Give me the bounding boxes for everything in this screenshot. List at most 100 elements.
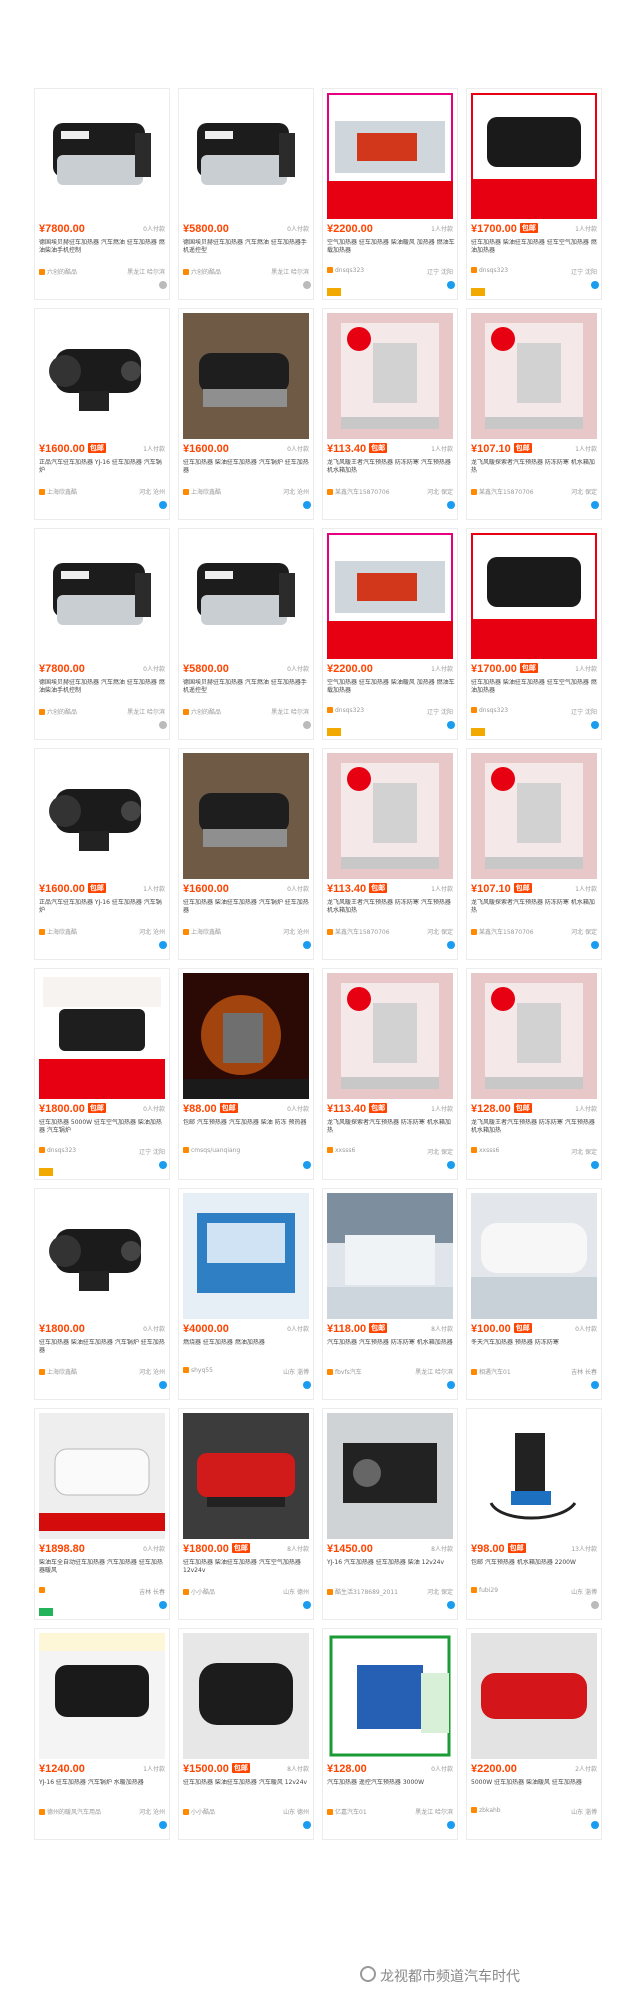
product-card[interactable]: ¥107.10 包邮 1人付款 龙飞风暖探索者汽车预热器 防冻防寒 机水箱加热 某鑫汽车… bbox=[466, 748, 602, 960]
product-image[interactable] bbox=[183, 93, 309, 219]
shop-name[interactable]: fbvfs汽车 bbox=[327, 1367, 407, 1376]
product-card[interactable]: ¥4000.00 0人付款 燃烧器 驻车加热器 燃油加热器 shyq55 山东 淄博 bbox=[178, 1188, 314, 1400]
product-image[interactable] bbox=[327, 1633, 453, 1759]
shop-name[interactable]: xxsss6 bbox=[327, 1147, 407, 1154]
product-card[interactable]: ¥100.00 包邮 0人付款 冬天汽车加热器 预热器 防冻防寒 相遇汽车01 吉林 长春 bbox=[466, 1188, 602, 1400]
product-title[interactable]: 德国埃贝赫驻车加热器 汽车燃油 驻车加热器手机遥控型 bbox=[183, 239, 311, 263]
chat-icon[interactable] bbox=[447, 941, 455, 949]
product-image[interactable] bbox=[183, 1633, 309, 1759]
product-card[interactable]: ¥1600.00 0人付款 驻车加热器 柴油驻车加热器 汽车锅炉 驻车加热器 上海欣鑫… bbox=[178, 748, 314, 960]
product-title[interactable]: 5000W 驻车加热器 柴油暖风 驻车加热器 bbox=[471, 1779, 599, 1803]
chat-icon[interactable] bbox=[159, 501, 167, 509]
product-card[interactable]: ¥1898.80 0人付款 柴油车全自动驻车加热器 汽车加热器 驻车加热器暖风 吉林 … bbox=[34, 1408, 170, 1620]
product-title[interactable]: 正品汽车驻车加热器 YJ-16 驻车加热器 汽车锅炉 bbox=[39, 899, 167, 923]
product-title[interactable]: 驻车加热器 5000W 驻车空气加热器 柴油加热器 汽车锅炉 bbox=[39, 1119, 167, 1143]
product-title[interactable]: 龙飞风暖王者汽车预热器 防冻防寒 汽车预热器 机水箱加热 bbox=[327, 899, 455, 923]
chat-icon[interactable] bbox=[159, 1381, 167, 1389]
product-image[interactable] bbox=[471, 1633, 597, 1759]
chat-icon[interactable] bbox=[591, 1161, 599, 1169]
product-card[interactable]: ¥2200.00 1人付款 空气加热器 驻车加热器 柴油暖风 加热器 燃油车载加热器… bbox=[322, 528, 458, 740]
shop-name[interactable]: 某鑫汽车15870706 bbox=[327, 487, 407, 496]
product-card[interactable]: ¥1800.00 包邮 0人付款 驻车加热器 5000W 驻车空气加热器 柴油加热器 … bbox=[34, 968, 170, 1180]
product-title[interactable]: 包邮 汽车预热器 汽车加热器 柴油 防冻 预热器 bbox=[183, 1119, 311, 1143]
chat-icon[interactable] bbox=[447, 721, 455, 729]
product-title[interactable]: 包邮 汽车预热器 机水箱加热器 2200W bbox=[471, 1559, 599, 1583]
product-image[interactable] bbox=[39, 93, 165, 219]
product-image[interactable] bbox=[471, 533, 597, 659]
chat-icon[interactable] bbox=[159, 1821, 167, 1829]
chat-icon[interactable] bbox=[303, 501, 311, 509]
chat-icon[interactable] bbox=[591, 1821, 599, 1829]
product-card[interactable]: ¥88.00 包邮 0人付款 包邮 汽车预热器 汽车加热器 柴油 防冻 预热器 cmsq… bbox=[178, 968, 314, 1180]
shop-name[interactable]: 上海欣鑫酷 bbox=[39, 1367, 119, 1376]
product-card[interactable]: ¥1600.00 0人付款 驻车加热器 柴油驻车加热器 汽车锅炉 驻车加热器 上海欣鑫… bbox=[178, 308, 314, 520]
chat-icon[interactable] bbox=[303, 1381, 311, 1389]
chat-icon[interactable] bbox=[591, 281, 599, 289]
product-title[interactable]: YJ-16 驻车加热器 汽车锅炉 水暖加热器 bbox=[39, 1779, 167, 1803]
chat-icon[interactable] bbox=[447, 1161, 455, 1169]
shop-name[interactable]: 六创的酷品 bbox=[183, 707, 263, 716]
product-card[interactable]: ¥2200.00 2人付款 5000W 驻车加热器 柴油暖风 驻车加热器 zbkahb… bbox=[466, 1628, 602, 1840]
product-card[interactable]: ¥107.10 包邮 1人付款 龙飞风暖探索者汽车预热器 防冻防寒 机水箱加热 某鑫汽车… bbox=[466, 308, 602, 520]
product-title[interactable]: YJ-16 汽车加热器 驻车加热器 柴油 12v24v bbox=[327, 1559, 455, 1583]
shop-name[interactable]: 某鑫汽车15870706 bbox=[327, 927, 407, 936]
product-title[interactable]: 燃烧器 驻车加热器 燃油加热器 bbox=[183, 1339, 311, 1363]
product-title[interactable]: 龙飞风暖探索者汽车预热器 防冻防寒 机水箱加热 bbox=[327, 1119, 455, 1143]
shop-name[interactable]: fubi29 bbox=[471, 1587, 551, 1594]
shop-name[interactable]: 德州的暖风汽车用品 bbox=[39, 1807, 119, 1816]
product-card[interactable]: ¥7800.00 0人付款 德国埃贝赫驻车加热器 汽车燃油 驻车加热器 燃油柴油手机… bbox=[34, 88, 170, 300]
product-image[interactable] bbox=[39, 533, 165, 659]
shop-name[interactable]: shyq55 bbox=[183, 1367, 263, 1374]
shop-name[interactable]: 某鑫汽车15870706 bbox=[471, 487, 551, 496]
chat-icon[interactable] bbox=[447, 1381, 455, 1389]
product-card[interactable]: ¥128.00 0人付款 汽车加热器 遥控汽车预热器 3000W 亿嘉汽车01 黑龙江 … bbox=[322, 1628, 458, 1840]
chat-icon[interactable] bbox=[447, 1601, 455, 1609]
chat-icon[interactable] bbox=[159, 1601, 167, 1609]
product-title[interactable]: 驻车加热器 柴油驻车加热器 驻车空气加热器 燃油加热器 bbox=[471, 679, 599, 703]
product-image[interactable] bbox=[183, 533, 309, 659]
shop-name[interactable] bbox=[39, 1587, 119, 1594]
product-card[interactable]: ¥1600.00 包邮 1人付款 正品汽车驻车加热器 YJ-16 驻车加热器 汽车锅炉… bbox=[34, 308, 170, 520]
product-image[interactable] bbox=[471, 753, 597, 879]
product-title[interactable]: 冬天汽车加热器 预热器 防冻防寒 bbox=[471, 1339, 599, 1363]
chat-icon[interactable] bbox=[159, 721, 167, 729]
product-image[interactable] bbox=[183, 1193, 309, 1319]
product-card[interactable]: ¥98.00 包邮 13人付款 包邮 汽车预热器 机水箱加热器 2200W fubi29… bbox=[466, 1408, 602, 1620]
shop-name[interactable]: dnsqs323 bbox=[327, 707, 407, 714]
chat-icon[interactable] bbox=[303, 1601, 311, 1609]
chat-icon[interactable] bbox=[591, 1381, 599, 1389]
product-image[interactable] bbox=[471, 93, 597, 219]
product-image[interactable] bbox=[327, 973, 453, 1099]
shop-name[interactable]: 亿嘉汽车01 bbox=[327, 1807, 407, 1816]
product-title[interactable]: 德国埃贝赫驻车加热器 汽车燃油 驻车加热器手机遥控型 bbox=[183, 679, 311, 703]
product-card[interactable]: ¥113.40 包邮 1人付款 龙飞风暖王者汽车预热器 防冻防寒 汽车预热器 机水箱加… bbox=[322, 748, 458, 960]
product-card[interactable]: ¥1240.00 1人付款 YJ-16 驻车加热器 汽车锅炉 水暖加热器 德州的暖风汽… bbox=[34, 1628, 170, 1840]
product-title[interactable]: 龙飞风暖王者汽车预热器 防冻防寒 汽车预热器 机水箱加热 bbox=[327, 459, 455, 483]
shop-name[interactable]: 某鑫汽车15870706 bbox=[471, 927, 551, 936]
product-image[interactable] bbox=[39, 1633, 165, 1759]
shop-name[interactable]: dnsqs323 bbox=[471, 707, 551, 714]
product-title[interactable]: 柴油车全自动驻车加热器 汽车加热器 驻车加热器暖风 bbox=[39, 1559, 167, 1583]
product-card[interactable]: ¥113.40 包邮 1人付款 龙飞风暖探索者汽车预热器 防冻防寒 机水箱加热 xxss… bbox=[322, 968, 458, 1180]
product-image[interactable] bbox=[327, 753, 453, 879]
product-title[interactable]: 正品汽车驻车加热器 YJ-16 驻车加热器 汽车锅炉 bbox=[39, 459, 167, 483]
chat-icon[interactable] bbox=[159, 281, 167, 289]
product-title[interactable]: 汽车加热器 汽车预热器 防冻防寒 机水箱加热器 bbox=[327, 1339, 455, 1363]
product-card[interactable]: ¥1450.00 8人付款 YJ-16 汽车加热器 驻车加热器 柴油 12v24v 酷… bbox=[322, 1408, 458, 1620]
product-title[interactable]: 驻车加热器 柴油驻车加热器 驻车空气加热器 燃油加热器 bbox=[471, 239, 599, 263]
product-title[interactable]: 德国埃贝赫驻车加热器 汽车燃油 驻车加热器 燃油柴油手机控制 bbox=[39, 679, 167, 703]
chat-icon[interactable] bbox=[303, 1821, 311, 1829]
product-image[interactable] bbox=[327, 1413, 453, 1539]
chat-icon[interactable] bbox=[447, 1821, 455, 1829]
product-image[interactable] bbox=[39, 973, 165, 1099]
chat-icon[interactable] bbox=[447, 281, 455, 289]
chat-icon[interactable] bbox=[303, 721, 311, 729]
product-image[interactable] bbox=[327, 533, 453, 659]
product-card[interactable]: ¥1800.00 0人付款 驻车加热器 柴油驻车加热器 汽车锅炉 驻车加热器 上海欣鑫… bbox=[34, 1188, 170, 1400]
product-card[interactable]: ¥1500.00 包邮 8人付款 驻车加热器 柴油驻车加热器 汽车暖风 12v24v 小… bbox=[178, 1628, 314, 1840]
product-image[interactable] bbox=[39, 1413, 165, 1539]
product-card[interactable]: ¥5800.00 0人付款 德国埃贝赫驻车加热器 汽车燃油 驻车加热器手机遥控型 六创… bbox=[178, 528, 314, 740]
product-title[interactable]: 汽车加热器 遥控汽车预热器 3000W bbox=[327, 1779, 455, 1803]
shop-name[interactable]: 六创的酷品 bbox=[183, 267, 263, 276]
chat-icon[interactable] bbox=[303, 281, 311, 289]
